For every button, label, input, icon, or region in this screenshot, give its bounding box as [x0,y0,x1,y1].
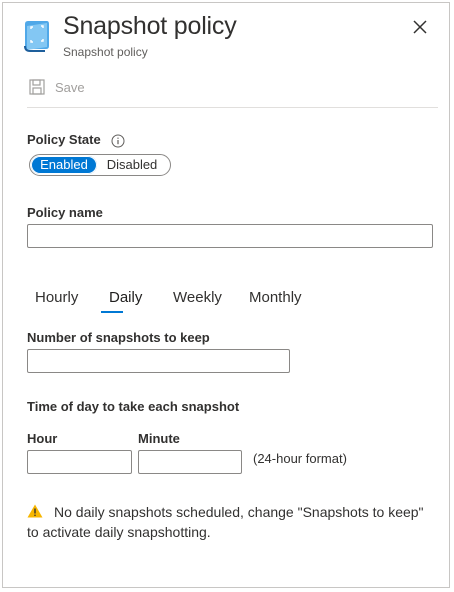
save-button-label: Save [55,79,85,95]
snapshots-to-keep-label: Number of snapshots to keep [27,330,210,345]
warning-message: No daily snapshots scheduled, change "Sn… [27,502,427,542]
policy-name-label: Policy name [27,205,103,220]
snapshot-policy-icon [24,21,49,52]
snapshots-to-keep-input[interactable] [27,349,290,373]
info-icon[interactable] [111,134,125,148]
tab-weekly[interactable]: Weekly [157,287,239,313]
tab-hourly[interactable]: Hourly [29,287,87,313]
policy-name-input[interactable] [27,224,433,248]
policy-state-toggle: Enabled Disabled [29,154,171,176]
schedule-tabs: Hourly Daily Weekly Monthly [29,287,319,313]
time-format-hint: (24-hour format) [253,451,347,466]
page-subtitle: Snapshot policy [63,45,148,59]
time-of-day-label: Time of day to take each snapshot [27,399,240,414]
close-icon[interactable] [409,16,431,38]
policy-state-disabled[interactable]: Disabled [97,156,167,174]
save-button[interactable]: Save [29,79,85,95]
tab-monthly[interactable]: Monthly [239,287,319,313]
policy-state-label: Policy State [27,132,101,147]
snapshot-policy-panel: Snapshot policy Snapshot policy Save Pol… [2,2,450,588]
warning-text: No daily snapshots scheduled, change "Sn… [27,504,424,540]
save-icon [29,79,45,95]
hour-label: Hour [27,431,58,446]
page-title: Snapshot policy [63,12,237,40]
minute-input[interactable] [138,450,242,474]
policy-state-enabled[interactable]: Enabled [31,156,97,174]
toolbar-divider [27,107,438,108]
tab-daily[interactable]: Daily [87,287,157,313]
hour-input[interactable] [27,450,132,474]
minute-label: Minute [138,431,180,446]
